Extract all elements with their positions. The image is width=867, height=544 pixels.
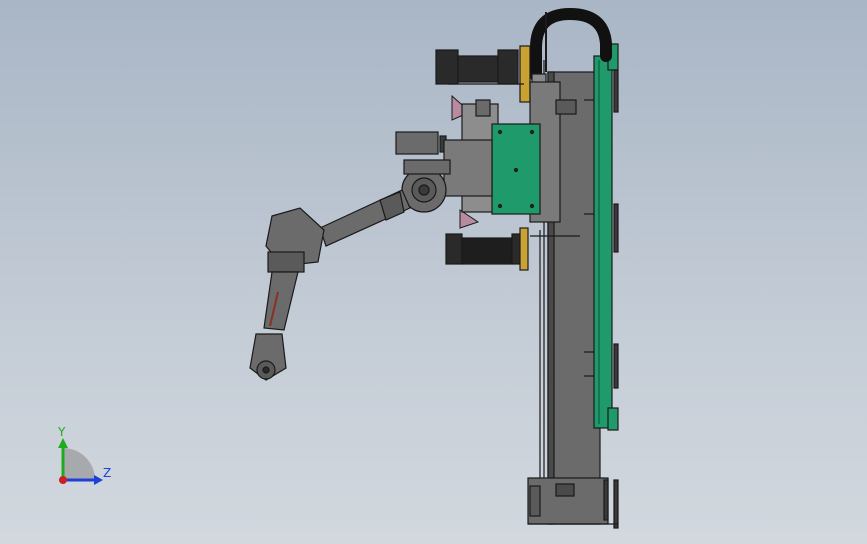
- robot-wrist-tool: [249, 333, 287, 381]
- robot-assembly-drawing: Y Z: [57, 7, 619, 529]
- green-control-plate: [491, 123, 541, 215]
- cad-viewport[interactable]: Y Z: [0, 0, 867, 544]
- robot-upper-arm: [319, 189, 411, 247]
- robot-elbow: [265, 207, 325, 273]
- robot-forearm: [263, 271, 299, 331]
- z-axis-label: Z: [103, 466, 111, 480]
- coordinate-triad: Y Z: [57, 425, 111, 485]
- y-axis-label: Y: [57, 425, 66, 439]
- origin-marker: [59, 476, 67, 484]
